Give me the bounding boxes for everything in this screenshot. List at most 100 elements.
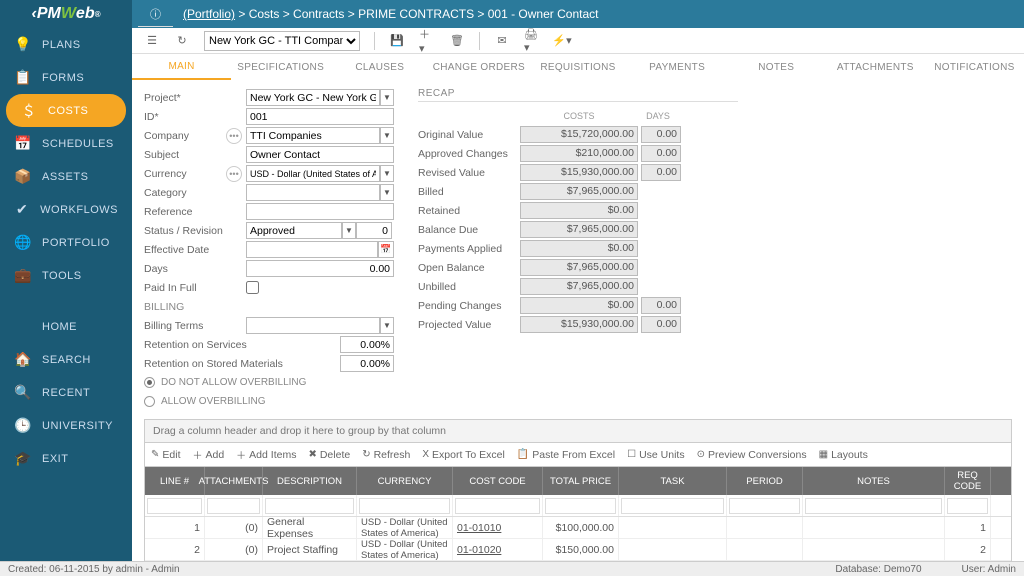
grid-btn-refresh[interactable]: ↻Refresh	[362, 447, 410, 462]
field-currency[interactable]	[246, 165, 380, 182]
toolbar: ☰ ↻ New York GC - TTI Companies - 001 💾 …	[132, 28, 1024, 54]
sidebar-item-search[interactable]: 🏠SEARCH	[0, 343, 132, 376]
field-days[interactable]	[246, 260, 394, 277]
sidebar-item-workflows[interactable]: ✔WORKFLOWS	[0, 193, 132, 226]
col-period[interactable]: PERIOD	[727, 467, 803, 495]
radio-no-overbilling[interactable]: DO NOT ALLOW OVERBILLING	[144, 373, 402, 392]
tab-change-orders[interactable]: CHANGE ORDERS	[429, 54, 528, 80]
tab-notes[interactable]: NOTES	[727, 54, 826, 80]
company-lookup-icon[interactable]: •••	[226, 128, 242, 144]
filter-input[interactable]	[947, 498, 988, 514]
col-reqcode[interactable]: REQ CODE	[945, 467, 991, 495]
refresh-icon[interactable]: ↻	[174, 33, 190, 49]
sidebar-item-tools[interactable]: 💼TOOLS	[0, 259, 132, 292]
field-category[interactable]	[246, 184, 380, 201]
filter-input[interactable]	[545, 498, 616, 514]
col-notes[interactable]: NOTES	[803, 467, 945, 495]
grid-group-hint[interactable]: Drag a column header and drop it here to…	[145, 420, 1011, 443]
grid-btn-paste-from-excel[interactable]: 📋Paste From Excel	[517, 447, 615, 462]
col-description[interactable]: DESCRIPTION	[263, 467, 357, 495]
dropdown-icon[interactable]: ▼	[380, 127, 394, 144]
field-billingterms[interactable]	[246, 317, 380, 334]
filter-input[interactable]	[147, 498, 202, 514]
recap-projected-value: $15,930,000.00	[520, 316, 638, 333]
field-effdate[interactable]	[246, 241, 378, 258]
field-project[interactable]	[246, 89, 380, 106]
col-currency[interactable]: CURRENCY	[357, 467, 453, 495]
portfolio-icon: 🌐	[14, 234, 32, 251]
record-select[interactable]: New York GC - TTI Companies - 001	[204, 31, 360, 51]
field-id[interactable]	[246, 108, 394, 125]
action-icon[interactable]: ⚡▾	[554, 33, 570, 49]
grid-btn-layouts[interactable]: ▦Layouts	[819, 447, 868, 462]
field-company[interactable]	[246, 127, 380, 144]
grid-btn-delete[interactable]: ✖Delete	[308, 447, 350, 462]
col-line[interactable]: LINE #	[145, 467, 205, 495]
col-totalprice[interactable]: TOTAL PRICE	[543, 467, 619, 495]
filter-input[interactable]	[207, 498, 260, 514]
list-icon[interactable]: ☰	[144, 33, 160, 49]
sidebar-item-portfolio[interactable]: 🌐PORTFOLIO	[0, 226, 132, 259]
grid-btn-export-to-excel[interactable]: XExport To Excel	[422, 447, 504, 462]
filter-input[interactable]	[455, 498, 540, 514]
mail-icon[interactable]: ✉	[494, 33, 510, 49]
dropdown-icon[interactable]: ▼	[380, 165, 394, 182]
filter-input[interactable]	[621, 498, 724, 514]
field-retmat[interactable]	[340, 355, 394, 372]
grid-btn-use-units[interactable]: ☐Use Units	[627, 447, 684, 462]
field-subject[interactable]	[246, 146, 394, 163]
tab-payments[interactable]: PAYMENTS	[628, 54, 727, 80]
delete-icon[interactable]: 🗑	[449, 33, 465, 49]
tab-attachments[interactable]: ATTACHMENTS	[826, 54, 925, 80]
calendar-icon[interactable]: 📅	[378, 241, 394, 258]
filter-input[interactable]	[805, 498, 942, 514]
dropdown-icon[interactable]: ▼	[380, 317, 394, 334]
dropdown-icon[interactable]: ▼	[380, 184, 394, 201]
paid-checkbox[interactable]	[246, 281, 259, 294]
sidebar-item-recent[interactable]: 🔍RECENT	[0, 376, 132, 409]
col-attachments[interactable]: ATTACHMENTS	[205, 467, 263, 495]
dropdown-icon[interactable]: ▼	[380, 89, 394, 106]
recap-unbilled: $7,965,000.00	[520, 278, 638, 295]
field-status[interactable]	[246, 222, 342, 239]
tab-main[interactable]: MAIN	[132, 54, 231, 80]
sidebar-item-assets[interactable]: 📦ASSETS	[0, 160, 132, 193]
dropdown-icon[interactable]: ▼	[342, 222, 356, 239]
info-icon[interactable]: ⓘ	[138, 1, 173, 27]
sidebar-item-university[interactable]: 🕒UNIVERSITY	[0, 409, 132, 442]
sidebar-item-forms[interactable]: 📋FORMS	[0, 61, 132, 94]
recap-open-balance: $7,965,000.00	[520, 259, 638, 276]
grid-btn-add[interactable]: ＋Add	[192, 447, 224, 462]
col-costcode[interactable]: COST CODE	[453, 467, 543, 495]
currency-lookup-icon[interactable]: •••	[226, 166, 242, 182]
tab-notifications[interactable]: NOTIFICATIONS	[925, 54, 1024, 80]
tab-clauses[interactable]: CLAUSES	[330, 54, 429, 80]
save-icon[interactable]: 💾	[389, 33, 405, 49]
field-reference[interactable]	[246, 203, 394, 220]
sidebar-item-home[interactable]: HOME	[0, 310, 132, 343]
radio-allow-overbilling[interactable]: ALLOW OVERBILLING	[144, 392, 402, 411]
add-icon[interactable]: ＋▾	[419, 33, 435, 49]
recap-revised-value: $15,930,000.00	[520, 164, 638, 181]
recap-approved-changes: $210,000.00	[520, 145, 638, 162]
tab-requisitions[interactable]: REQUISITIONS	[528, 54, 627, 80]
col-task[interactable]: TASK	[619, 467, 727, 495]
field-retserv[interactable]	[340, 336, 394, 353]
filter-input[interactable]	[265, 498, 354, 514]
filter-input[interactable]	[359, 498, 450, 514]
table-row[interactable]: 1(0)General ExpensesUSD - Dollar (United…	[145, 517, 1011, 539]
sidebar-item-plans[interactable]: 💡PLANS	[0, 28, 132, 61]
grid-btn-edit[interactable]: ✎Edit	[151, 447, 180, 462]
recap-balance-due: $7,965,000.00	[520, 221, 638, 238]
print-icon[interactable]: 🖨▾	[524, 33, 540, 49]
grid-btn-preview-conversions[interactable]: ⊙Preview Conversions	[697, 447, 807, 462]
sidebar-item-schedules[interactable]: 📅SCHEDULES	[0, 127, 132, 160]
table-row[interactable]: 2(0)Project StaffingUSD - Dollar (United…	[145, 539, 1011, 561]
field-revision[interactable]	[356, 222, 392, 239]
filter-input[interactable]	[729, 498, 800, 514]
sidebar-item-exit[interactable]: 🎓EXIT	[0, 442, 132, 475]
tab-specifications[interactable]: SPECIFICATIONS	[231, 54, 330, 80]
sidebar-item-costs[interactable]: ＄COSTS	[6, 94, 126, 127]
breadcrumb-portfolio[interactable]: (Portfolio)	[183, 7, 235, 21]
grid-btn-add-items[interactable]: ＋Add Items	[236, 447, 296, 462]
